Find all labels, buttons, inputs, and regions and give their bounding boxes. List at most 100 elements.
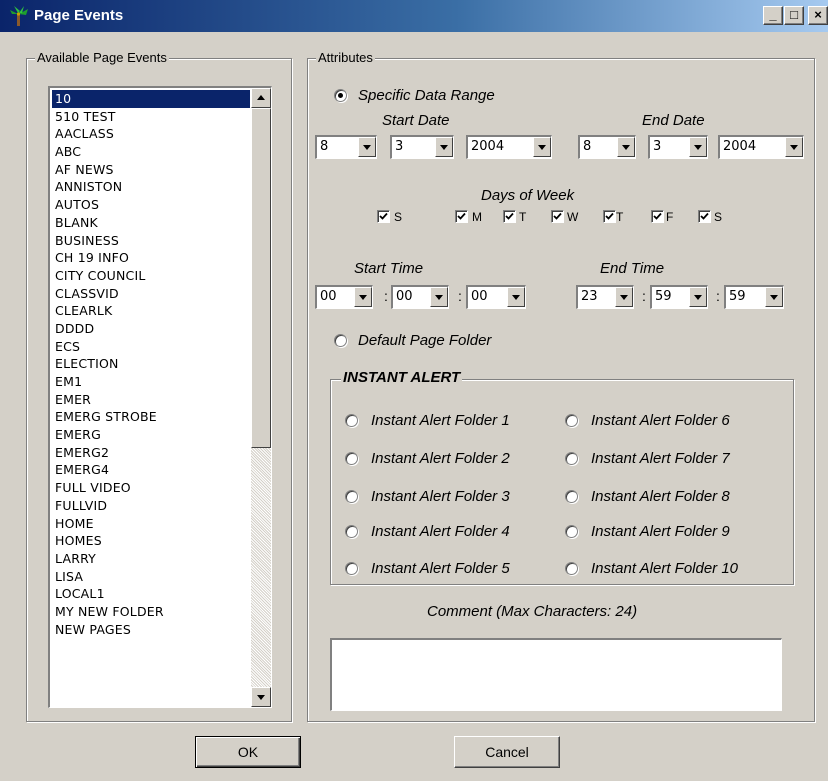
list-item[interactable]: EMERG4 (52, 461, 250, 479)
dropdown-button[interactable] (354, 287, 372, 307)
events-listbox[interactable]: 10 510 TEST AACLASS ABC AF NEWS ANNISTON AUTOS… (48, 86, 272, 708)
list-item[interactable]: LARRY (52, 550, 250, 568)
dropdown-button[interactable] (435, 137, 453, 157)
list-item[interactable]: BUSINESS (52, 232, 250, 250)
day-checkbox[interactable] (503, 210, 516, 223)
dropdown-button[interactable] (617, 137, 635, 157)
day-checkbox[interactable] (551, 210, 564, 223)
instant-alert-radio[interactable] (345, 452, 358, 465)
scroll-up-button[interactable] (251, 88, 271, 108)
chevron-down-icon (770, 295, 778, 300)
scroll-thumb[interactable] (251, 108, 271, 448)
maximize-button[interactable]: □ (784, 6, 804, 25)
list-item[interactable]: HOMES (52, 532, 250, 550)
day-checkbox[interactable] (651, 210, 664, 223)
dropdown-button[interactable] (689, 287, 707, 307)
day-checkbox[interactable] (377, 210, 390, 223)
dropdown-button[interactable] (358, 137, 376, 157)
checkmark-icon (653, 212, 662, 220)
dropdown-button[interactable] (430, 287, 448, 307)
instant-alert-radio[interactable] (345, 414, 358, 427)
minimize-button[interactable]: _ (763, 6, 783, 25)
scroll-down-button[interactable] (251, 687, 271, 707)
comment-field[interactable] (330, 638, 782, 711)
end-year-value: 2004 (723, 139, 757, 154)
day-label: T (616, 210, 624, 224)
vertical-scrollbar[interactable] (251, 88, 271, 707)
start-minute-select[interactable]: 00 (391, 285, 449, 309)
cancel-button[interactable]: Cancel (454, 736, 560, 768)
ok-button[interactable]: OK (195, 736, 301, 768)
dropdown-button[interactable] (507, 287, 525, 307)
list-item[interactable]: AUTOS (52, 196, 250, 214)
instant-alert-radio[interactable] (565, 414, 578, 427)
list-item[interactable]: LOCAL1 (52, 585, 250, 603)
list-item[interactable]: 10 (52, 90, 250, 108)
start-hour-select[interactable]: 00 (315, 285, 373, 309)
day-checkbox[interactable] (603, 210, 616, 223)
instant-alert-radio[interactable] (565, 525, 578, 538)
checkmark-icon (379, 212, 388, 220)
end-month-select[interactable]: 8 (578, 135, 636, 159)
start-year-value: 2004 (471, 139, 505, 154)
instant-alert-radio[interactable] (345, 525, 358, 538)
specific-range-label: Specific Data Range (358, 87, 495, 104)
instant-alert-radio[interactable] (345, 562, 358, 575)
end-day-select[interactable]: 3 (648, 135, 708, 159)
list-item[interactable]: EMERG (52, 426, 250, 444)
instant-alert-radio[interactable] (565, 562, 578, 575)
day-checkbox[interactable] (698, 210, 711, 223)
dropdown-button[interactable] (533, 137, 551, 157)
list-item[interactable]: EMERG2 (52, 444, 250, 462)
list-item[interactable]: CLEARLK (52, 302, 250, 320)
list-item[interactable]: AF NEWS (52, 161, 250, 179)
dropdown-button[interactable] (765, 287, 783, 307)
day-checkbox[interactable] (455, 210, 468, 223)
chevron-down-icon (790, 145, 798, 150)
list-item[interactable]: BLANK (52, 214, 250, 232)
list-item[interactable]: EMERG STROBE (52, 408, 250, 426)
list-item[interactable]: CH 19 INFO (52, 249, 250, 267)
instant-alert-radio[interactable] (345, 490, 358, 503)
end-minute-select[interactable]: 59 (650, 285, 708, 309)
day-label: T (519, 210, 527, 224)
list-item[interactable]: ABC (52, 143, 250, 161)
specific-range-radio[interactable] (334, 89, 347, 102)
list-item[interactable]: CITY COUNCIL (52, 267, 250, 285)
default-folder-radio[interactable] (334, 334, 347, 347)
instant-alert-radio[interactable] (565, 452, 578, 465)
start-month-value: 8 (320, 139, 329, 154)
dropdown-button[interactable] (689, 137, 707, 157)
list-item[interactable]: 510 TEST (52, 108, 250, 126)
list-item[interactable]: EMER (52, 391, 250, 409)
list-item[interactable]: ELECTION (52, 355, 250, 373)
list-item[interactable]: CLASSVID (52, 285, 250, 303)
chevron-down-icon (435, 295, 443, 300)
end-second-select[interactable]: 59 (724, 285, 784, 309)
list-item[interactable]: ECS (52, 338, 250, 356)
start-day-value: 3 (395, 139, 404, 154)
list-item[interactable]: LISA (52, 568, 250, 586)
start-day-select[interactable]: 3 (390, 135, 454, 159)
start-second-select[interactable]: 00 (466, 285, 526, 309)
list-item[interactable]: AACLASS (52, 125, 250, 143)
available-events-label: Available Page Events (35, 50, 169, 66)
list-item[interactable]: FULLVID (52, 497, 250, 515)
instant-alert-radio[interactable] (565, 490, 578, 503)
dropdown-button[interactable] (615, 287, 633, 307)
dropdown-button[interactable] (785, 137, 803, 157)
close-button[interactable]: × (808, 6, 828, 25)
list-item[interactable]: MY NEW FOLDER (52, 603, 250, 621)
list-item[interactable]: NEW PAGES (52, 621, 250, 639)
list-item[interactable]: FULL VIDEO (52, 479, 250, 497)
end-year-select[interactable]: 2004 (718, 135, 804, 159)
end-hour-select[interactable]: 23 (576, 285, 634, 309)
start-minute-value: 00 (396, 289, 413, 304)
list-item[interactable]: HOME (52, 515, 250, 533)
list-item[interactable]: EM1 (52, 373, 250, 391)
list-item[interactable]: ANNISTON (52, 178, 250, 196)
list-item[interactable]: DDDD (52, 320, 250, 338)
comment-label: Comment (Max Characters: 24) (427, 603, 638, 620)
start-month-select[interactable]: 8 (315, 135, 377, 159)
start-year-select[interactable]: 2004 (466, 135, 552, 159)
